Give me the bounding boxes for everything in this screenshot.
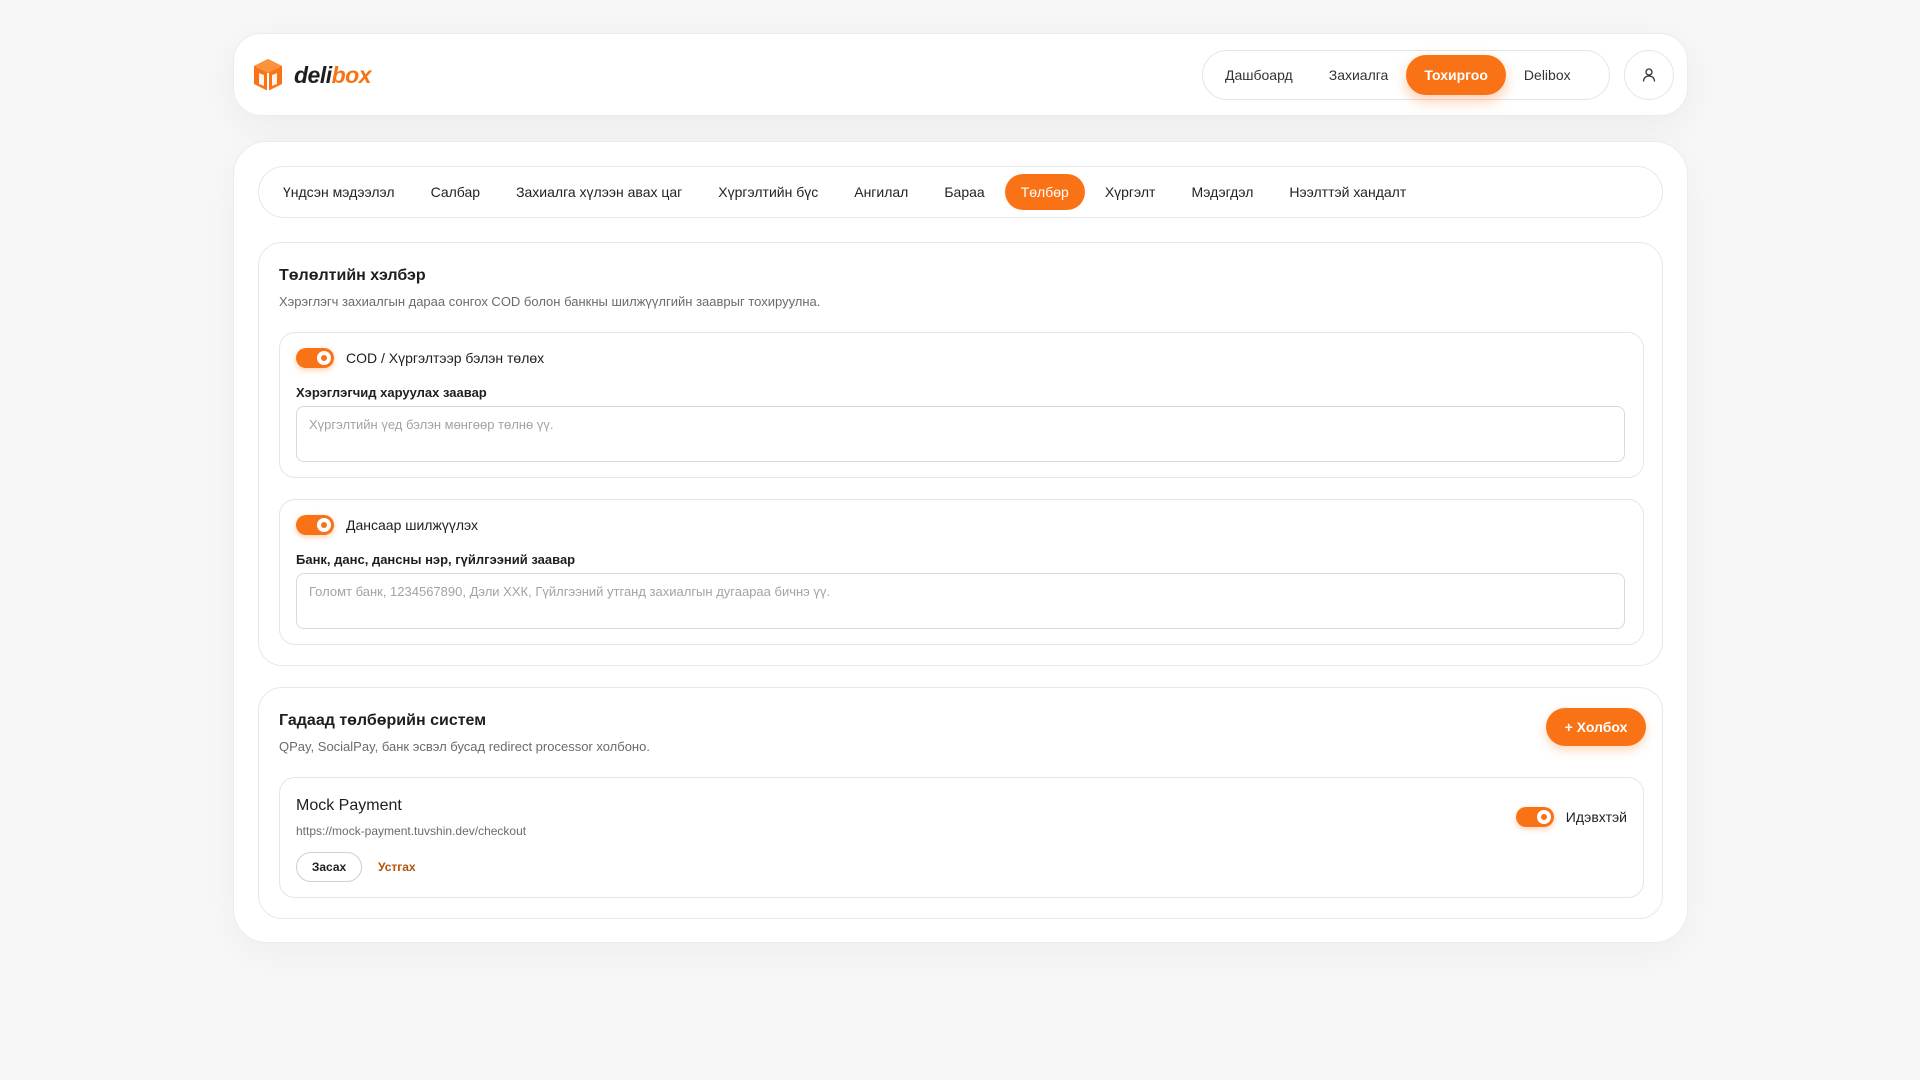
bank-toggle-label: Дансаар шилжүүлэх	[346, 517, 478, 533]
provider-active-toggle[interactable]	[1515, 807, 1554, 827]
top-header: delibox Дашбоард Захиалга Тохиргоо Delib…	[233, 33, 1688, 116]
tab-payment[interactable]: Төлбөр	[1004, 174, 1085, 210]
payment-methods-title: Төлөлтийн хэлбэр	[279, 267, 426, 284]
bank-instruction-label: Банк, данс, дансны нэр, гүйлгээний заава…	[296, 552, 576, 567]
bank-instruction-input[interactable]	[296, 573, 1625, 629]
external-payments-title: Гадаад төлбөрийн систем	[279, 712, 487, 729]
connect-button[interactable]: + Холбох	[1546, 708, 1646, 746]
payment-methods-card: Төлөлтийн хэлбэр Хэрэглэгч захиалгын дар…	[258, 242, 1663, 666]
cod-option-card: COD / Хүргэлтээр бэлэн төлөх Хэрэглэгчид…	[279, 332, 1644, 478]
tab-open-access[interactable]: Нээлттэй хандалт	[1273, 174, 1422, 210]
payment-methods-subtitle: Хэрэглэгч захиалгын дараа сонгох COD бол…	[279, 294, 821, 309]
tab-category[interactable]: Ангилал	[838, 174, 924, 210]
cod-toggle-row: COD / Хүргэлтээр бэлэн төлөх	[296, 348, 544, 368]
nav-item-dashboard[interactable]: Дашбоард	[1207, 55, 1311, 95]
bank-option-card: Дансаар шилжүүлэх Банк, данс, дансны нэр…	[279, 499, 1644, 645]
settings-tabs: Үндсэн мэдээлэл Салбар Захиалга хүлээн а…	[258, 166, 1663, 218]
user-menu-button[interactable]	[1624, 50, 1674, 100]
settings-panel: Үндсэн мэдээлэл Салбар Захиалга хүлээн а…	[233, 141, 1688, 943]
cod-instruction-label: Хэрэглэгчид харуулах заавар	[296, 385, 487, 400]
tab-products[interactable]: Бараа	[928, 174, 1000, 210]
cod-toggle-label: COD / Хүргэлтээр бэлэн төлөх	[346, 350, 545, 366]
provider-status-label: Идэвхтэй	[1565, 809, 1627, 825]
logo[interactable]: delibox	[252, 57, 372, 93]
remove-provider-button[interactable]: Устгах	[372, 852, 422, 882]
bank-transfer-toggle[interactable]	[296, 515, 334, 535]
tab-order-hours[interactable]: Захиалга хүлээн авах цаг	[500, 174, 698, 210]
nav-item-delibox[interactable]: Delibox	[1506, 55, 1589, 95]
provider-status-row: Идэвхтэй	[1515, 807, 1627, 827]
logo-text: delibox	[294, 61, 372, 88]
external-payments-subtitle: QPay, SocialPay, банк эсвэл бусад redire…	[279, 739, 650, 754]
nav-item-orders[interactable]: Захиалга	[1311, 55, 1407, 95]
delibox-logo-icon	[254, 59, 282, 91]
main-nav: Дашбоард Захиалга Тохиргоо Delibox	[1202, 50, 1610, 100]
tab-general-info[interactable]: Үндсэн мэдээлэл	[267, 174, 411, 210]
nav-item-settings[interactable]: Тохиргоо	[1406, 55, 1506, 95]
tab-delivery[interactable]: Хүргэлт	[1089, 174, 1172, 210]
tab-branch[interactable]: Салбар	[415, 174, 497, 210]
cod-instruction-input[interactable]	[296, 406, 1625, 462]
provider-name: Mock Payment	[296, 797, 402, 814]
user-icon	[1642, 68, 1656, 82]
external-payments-card: Гадаад төлбөрийн систем QPay, SocialPay,…	[258, 687, 1663, 919]
cod-toggle[interactable]	[296, 348, 334, 368]
payment-provider-card: Mock Payment https://mock-payment.tuvshi…	[279, 777, 1644, 898]
tab-delivery-zone[interactable]: Хүргэлтийн бүс	[702, 174, 834, 210]
tab-notifications[interactable]: Мэдэгдэл	[1175, 174, 1269, 210]
edit-provider-button[interactable]: Засах	[296, 852, 362, 882]
provider-url: https://mock-payment.tuvshin.dev/checkou…	[296, 824, 527, 838]
bank-toggle-row: Дансаар шилжүүлэх	[296, 515, 478, 535]
